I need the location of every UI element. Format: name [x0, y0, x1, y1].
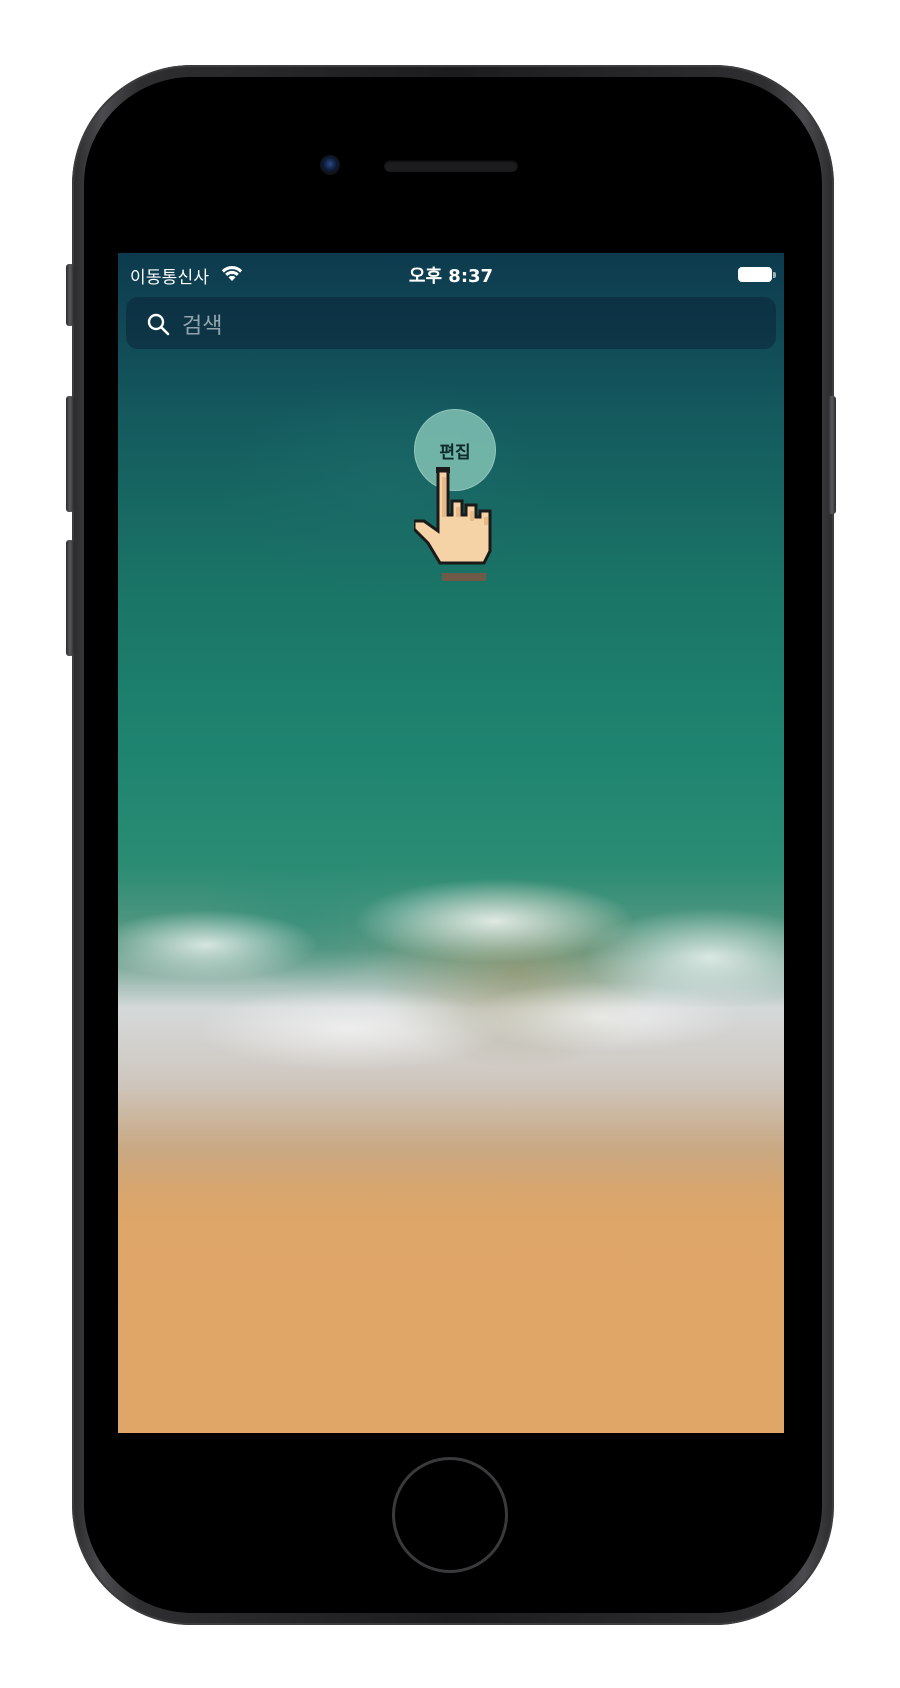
- battery-tip: [773, 272, 776, 278]
- volume-up-button: [66, 396, 74, 512]
- home-screen: 이동통신사 오후 8:37 검색 편집: [118, 253, 784, 1433]
- search-bar[interactable]: 검색: [126, 297, 776, 349]
- volume-down-button: [66, 540, 74, 656]
- mute-switch: [66, 264, 74, 326]
- clock: 오후 8:37: [408, 266, 494, 287]
- search-placeholder: 검색: [182, 314, 223, 339]
- home-button[interactable]: [392, 1457, 508, 1573]
- battery-icon: [738, 267, 772, 282]
- status-bar: 이동통신사 오후 8:37: [118, 253, 784, 295]
- search-icon: [147, 313, 170, 336]
- edit-button-label: 편집: [439, 442, 471, 463]
- power-button: [828, 396, 836, 514]
- wallpaper-sand: [118, 1153, 784, 1433]
- earpiece-speaker: [384, 160, 518, 172]
- front-camera: [320, 155, 340, 175]
- wallpaper-foam: [118, 873, 784, 1113]
- hand-cursor-icon: [414, 467, 492, 581]
